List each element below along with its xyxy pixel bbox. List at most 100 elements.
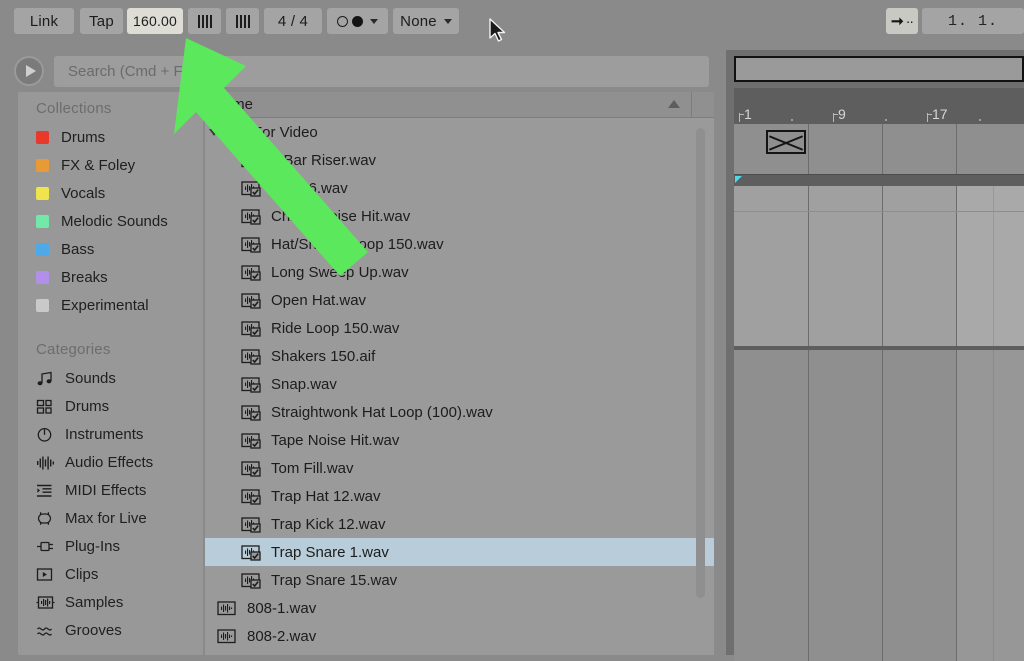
arrangement-track-2[interactable] xyxy=(734,350,1024,661)
ruler-ticks: 1 9 17 xyxy=(734,104,1024,122)
file-name-label: 808-2.wav xyxy=(247,627,317,645)
sample-checked-icon xyxy=(241,544,263,561)
collection-color-swatch xyxy=(36,242,49,256)
category-item-drums[interactable]: Drums xyxy=(18,392,203,420)
file-list-row[interactable]: Trap Snare 1.wav xyxy=(205,538,714,566)
category-item-midi-effects[interactable]: MIDI Effects xyxy=(18,476,203,504)
category-item-instruments[interactable]: Instruments xyxy=(18,420,203,448)
file-list-row[interactable]: Trap Kick 12.wav xyxy=(205,510,714,538)
ruler-tick-9: 9 xyxy=(833,106,846,122)
file-list-row[interactable]: 808 16.wav xyxy=(205,174,714,202)
ruler-tick-17: 17 xyxy=(927,106,948,122)
collection-item-vocals[interactable]: Vocals xyxy=(18,179,203,207)
file-list-row[interactable]: Trap Snare 15.wav xyxy=(205,566,714,594)
file-list-row[interactable]: 808-1.wav xyxy=(205,594,714,622)
file-list-row[interactable]: Open Hat.wav xyxy=(205,286,714,314)
sort-ascending-icon[interactable] xyxy=(668,100,680,108)
file-list-row[interactable]: Straightwonk Hat Loop (100).wav xyxy=(205,398,714,426)
category-label: Samples xyxy=(65,593,124,611)
file-list-row[interactable]: 808-2.wav xyxy=(205,622,714,650)
locator-lane[interactable] xyxy=(734,124,1024,175)
sample-checked-icon xyxy=(241,208,263,225)
file-name-label: Ride Loop 150.wav xyxy=(271,319,400,337)
quantization-dropdown[interactable]: None xyxy=(393,8,459,34)
file-name-label: Long Sweep Up.wav xyxy=(271,263,409,281)
ruler-subtick xyxy=(791,119,793,121)
collection-label: Vocals xyxy=(61,184,106,202)
list-header[interactable]: Name xyxy=(205,92,714,118)
chevron-down-icon xyxy=(443,18,452,24)
audio-waveform-icon xyxy=(36,454,55,470)
sample-checked-icon xyxy=(241,264,263,281)
file-list-row[interactable]: Ride Loop 150.wav xyxy=(205,314,714,342)
time-signature-field[interactable]: 4 / 4 xyxy=(264,8,322,34)
file-list-row[interactable]: Tape Noise Hit.wav xyxy=(205,426,714,454)
clip-play-icon xyxy=(36,566,55,582)
sample-checked-icon xyxy=(241,404,263,421)
collection-item-experimental[interactable]: Experimental xyxy=(18,291,203,319)
tap-tempo-button[interactable]: Tap xyxy=(80,8,123,34)
collection-item-melodic-sounds[interactable]: Melodic Sounds xyxy=(18,207,203,235)
expand-triangle-icon[interactable] xyxy=(205,128,223,136)
arrangement-ruler[interactable]: 1 9 17 xyxy=(734,88,1024,124)
nudge-down-icon xyxy=(197,14,212,28)
file-list-row[interactable]: Trap Hat 12.wav xyxy=(205,482,714,510)
arrangement-title-bar[interactable] xyxy=(734,56,1024,82)
nudge-up-button[interactable] xyxy=(226,8,259,34)
file-name-label: 8 Bar Riser.wav xyxy=(271,151,377,169)
collection-color-swatch xyxy=(36,214,49,228)
ruler-tick-1: 1 xyxy=(739,106,752,122)
collection-item-bass[interactable]: Bass xyxy=(18,235,203,263)
tempo-field[interactable]: 160.00 xyxy=(127,8,183,34)
file-name-label: Chime Noise Hit.wav xyxy=(271,207,411,225)
categories-list: Sounds Drums Instruments Audio Effects MIDI … xyxy=(18,364,203,644)
arrangement-track-1[interactable] xyxy=(734,186,1024,346)
arrangement-inner: 1 9 17 xyxy=(734,56,1024,661)
file-list-row[interactable]: Hat/Shaker Loop 150.wav xyxy=(205,230,714,258)
file-list-row[interactable]: Chime Noise Hit.wav xyxy=(205,202,714,230)
plug-icon xyxy=(36,538,55,554)
collection-item-breaks[interactable]: Breaks xyxy=(18,263,203,291)
punch-in-button[interactable]: ➞ ·· xyxy=(886,8,918,34)
preview-play-button[interactable] xyxy=(14,56,44,86)
ruler-subtick xyxy=(979,119,981,121)
ableton-live-window: Link Tap 160.00 4 / 4 None ➞ ·· 1. 1. Se… xyxy=(0,0,1024,661)
arrangement-position-field[interactable]: 1. 1. xyxy=(922,8,1024,34)
playhead-marker-icon xyxy=(735,176,742,183)
metronome-icon xyxy=(337,15,363,27)
nudge-down-button[interactable] xyxy=(188,8,221,34)
link-button[interactable]: Link xyxy=(14,8,74,34)
category-item-max-for-live[interactable]: Max for Live xyxy=(18,504,203,532)
search-input[interactable]: Search (Cmd + F) xyxy=(54,56,709,87)
browser-sidebar: Collections Drums FX & Foley Vocals Melodic… xyxy=(18,92,203,655)
list-scrollbar[interactable] xyxy=(696,128,705,598)
collection-item-fx-foley[interactable]: FX & Foley xyxy=(18,151,203,179)
collection-item-drums[interactable]: Drums xyxy=(18,123,203,151)
metronome-button[interactable] xyxy=(327,8,388,34)
category-item-grooves[interactable]: Grooves xyxy=(18,616,203,644)
file-name-label: Trap Kick 12.wav xyxy=(271,515,386,533)
file-list-row[interactable]: Snap.wav xyxy=(205,370,714,398)
category-item-plug-ins[interactable]: Plug-Ins xyxy=(18,532,203,560)
category-label: Grooves xyxy=(65,621,122,639)
midi-list-icon xyxy=(36,482,55,498)
file-name-label: For Video xyxy=(253,123,318,141)
file-list-row[interactable]: Tom Fill.wav xyxy=(205,454,714,482)
category-item-sounds[interactable]: Sounds xyxy=(18,364,203,392)
file-list-row[interactable]: Long Sweep Up.wav xyxy=(205,258,714,286)
sample-checked-icon xyxy=(241,432,263,449)
track-separator xyxy=(734,175,1024,186)
collection-label: Breaks xyxy=(61,268,108,286)
category-item-clips[interactable]: Clips xyxy=(18,560,203,588)
collection-label: Melodic Sounds xyxy=(61,212,168,230)
collection-label: Drums xyxy=(61,128,106,146)
file-list-row[interactable]: Shakers 150.aif xyxy=(205,342,714,370)
column-header-name[interactable]: Name xyxy=(205,96,253,113)
sample-checked-icon xyxy=(241,320,263,337)
locator-marker-icon[interactable] xyxy=(766,130,806,154)
sample-icon xyxy=(217,628,239,644)
file-list-row[interactable]: 8 Bar Riser.wav xyxy=(205,146,714,174)
file-list-folder-row[interactable]: For Video xyxy=(205,118,714,146)
category-item-audio-effects[interactable]: Audio Effects xyxy=(18,448,203,476)
category-item-samples[interactable]: Samples xyxy=(18,588,203,616)
